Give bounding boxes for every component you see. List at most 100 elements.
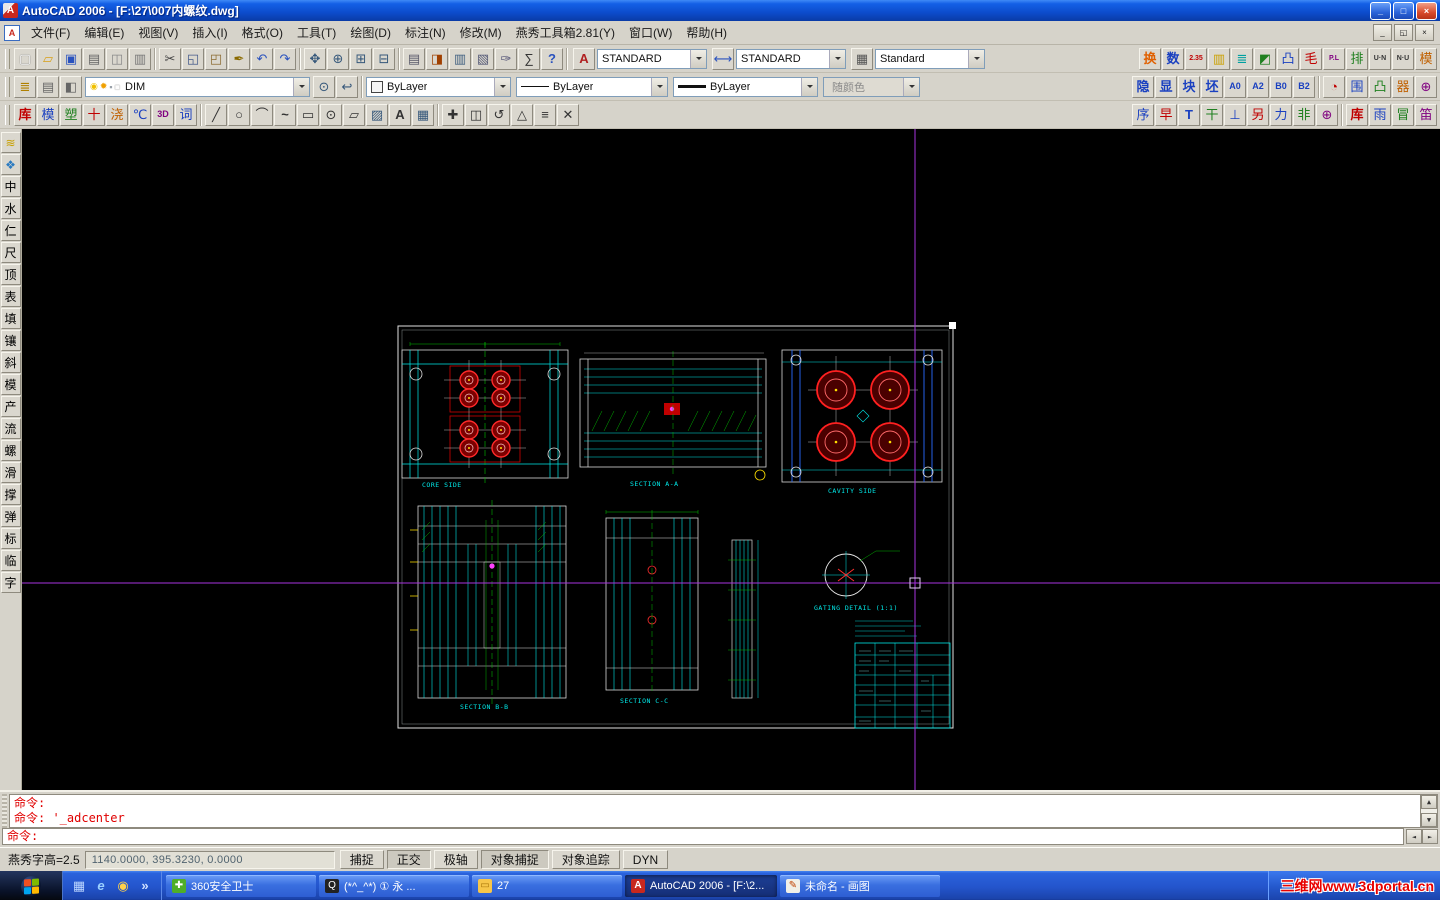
dropdown-arrow-icon[interactable] (690, 49, 706, 68)
yanxiu-nu-icon[interactable]: N·U (1392, 47, 1414, 70)
coordinate-readout[interactable]: 1140.0000, 395.3230, 0.0000 (84, 850, 335, 869)
yanxiu-blank-icon[interactable]: 坯 (1201, 75, 1223, 98)
menu-item[interactable]: 帮助(H) (679, 20, 734, 45)
dropdown-arrow-icon[interactable] (968, 49, 984, 68)
sidebar-char-button[interactable]: 填 (0, 308, 21, 329)
scroll-up-icon[interactable]: ▲ (1421, 795, 1437, 809)
internet-explorer-icon[interactable]: e (91, 876, 111, 896)
polygon-tool-icon[interactable]: ▱ (343, 103, 365, 126)
sidebar-layers-icon[interactable]: ≋ (0, 132, 21, 153)
show-desktop-icon[interactable]: ▦ (69, 876, 89, 896)
yanxiu-perp-icon[interactable]: ⊥ (1224, 103, 1246, 126)
yanxiu-other-icon[interactable]: 另 (1247, 103, 1269, 126)
sidebar-char-button[interactable]: 螺 (0, 440, 21, 461)
yanxiu-palette-icon[interactable]: ▥ (1208, 47, 1230, 70)
dropdown-arrow-icon[interactable] (829, 49, 845, 68)
close-button[interactable]: × (1416, 1, 1437, 20)
selection-grip[interactable] (949, 322, 956, 329)
yanxiu-word-icon[interactable]: 词 (175, 103, 197, 126)
yanxiu-dry-icon[interactable]: 干 (1201, 103, 1223, 126)
yanxiu-moldbase-icon[interactable]: 模 (37, 103, 59, 126)
yanxiu-mold-icon[interactable]: 模 (1415, 47, 1437, 70)
plot-preview-icon[interactable]: ◫ (106, 47, 128, 70)
yanxiu-layout-icon[interactable]: 排 (1346, 47, 1368, 70)
menu-item[interactable]: 燕秀工具箱2.81(Y) (509, 20, 622, 45)
sidebar-char-button[interactable]: 表 (0, 286, 21, 307)
task-360-safety[interactable]: ✚ 360安全卫士 (166, 874, 316, 897)
yanxiu-a0-icon[interactable]: A0 (1224, 75, 1246, 98)
match-properties-icon[interactable]: ✒ (228, 47, 250, 70)
sidebar-char-button[interactable]: 斜 (0, 352, 21, 373)
copy-tool-icon[interactable]: ◫ (465, 103, 487, 126)
menu-item[interactable]: 格式(O) (235, 20, 290, 45)
arc-tool-icon[interactable]: ⌒ (251, 103, 273, 126)
yanxiu-boss2-icon[interactable]: 凸 (1369, 75, 1391, 98)
yanxiu-swap-icon[interactable]: 换 (1139, 47, 1161, 70)
sidebar-char-button[interactable]: 顶 (0, 264, 21, 285)
layer-combo[interactable]: ◉ ✹ ▪ ■ DIM (85, 76, 310, 97)
yanxiu-scale-icon[interactable]: 2.35 (1185, 47, 1207, 70)
menu-item[interactable]: 标注(N) (398, 20, 453, 45)
dim-style-icon[interactable]: ⟷ (712, 47, 734, 70)
menu-item[interactable]: 工具(T) (290, 20, 343, 45)
yanxiu-gate-icon[interactable]: 浇 (106, 103, 128, 126)
sidebar-char-button[interactable]: 镶 (0, 330, 21, 351)
yanxiu-plastic-icon[interactable]: 塑 (60, 103, 82, 126)
designcenter-icon[interactable]: ◨ (426, 47, 448, 70)
yanxiu-3d-icon[interactable]: 3D (152, 103, 174, 126)
sidebar-char-button[interactable]: 仁 (0, 220, 21, 241)
yanxiu-boss-icon[interactable]: 凸 (1277, 47, 1299, 70)
yanxiu-rain-icon[interactable]: 雨 (1369, 103, 1391, 126)
undo-icon[interactable]: ↶ (251, 47, 273, 70)
sidebar-char-button[interactable]: 标 (0, 528, 21, 549)
yanxiu-parting-line-icon[interactable]: P.L (1323, 47, 1345, 70)
properties-palette-icon[interactable]: ▤ (403, 47, 425, 70)
zoom-realtime-icon[interactable]: ⊕ (327, 47, 349, 70)
yanxiu-b0-icon[interactable]: B0 (1270, 75, 1292, 98)
dropdown-arrow-icon[interactable] (293, 77, 309, 96)
yanxiu-temp-icon[interactable]: ℃ (129, 103, 151, 126)
linetype-combo[interactable]: ByLayer (516, 76, 668, 97)
sidebar-char-button[interactable]: 流 (0, 418, 21, 439)
new-file-icon[interactable]: ▢ (14, 47, 36, 70)
color-combo[interactable]: ByLayer (366, 76, 511, 97)
scroll-down-icon[interactable]: ▼ (1421, 813, 1437, 827)
sidebar-char-button[interactable]: 弹 (0, 506, 21, 527)
menu-item[interactable]: 修改(M) (453, 20, 509, 45)
cut-icon[interactable]: ✂ (159, 47, 181, 70)
yanxiu-list-icon[interactable]: ≣ (1231, 47, 1253, 70)
sidebar-char-button[interactable]: 模 (0, 374, 21, 395)
dropdown-arrow-icon[interactable] (494, 77, 510, 96)
circle-tool-icon[interactable]: ○ (228, 103, 250, 126)
sidebar-char-button[interactable]: 水 (0, 198, 21, 219)
table-style-combo[interactable]: Standard (875, 48, 985, 69)
start-button[interactable] (0, 871, 63, 900)
yanxiu-flute-icon[interactable]: 笛 (1415, 103, 1437, 126)
menu-item[interactable]: 绘图(D) (343, 20, 398, 45)
menu-item[interactable]: 文件(F) (24, 20, 77, 45)
tool-palettes-icon[interactable]: ▥ (449, 47, 471, 70)
doc-close-button[interactable]: × (1415, 24, 1434, 41)
sidebar-char-button[interactable]: 临 (0, 550, 21, 571)
task-autocad[interactable]: A AutoCAD 2006 - [F:\2... (625, 874, 777, 897)
yanxiu-library-icon[interactable]: 库 (14, 103, 36, 126)
dim-style-combo[interactable]: STANDARD (736, 48, 846, 69)
ortho-toggle[interactable]: 正交 (386, 850, 431, 869)
yanxiu-not-icon[interactable]: 非 (1293, 103, 1315, 126)
yanxiu-un-icon[interactable]: U·N (1369, 47, 1391, 70)
pan-icon[interactable]: ✥ (304, 47, 326, 70)
line-tool-icon[interactable]: ╱ (205, 103, 227, 126)
dyn-toggle[interactable]: DYN (622, 850, 669, 869)
task-mspaint[interactable]: ✎ 未命名 - 画图 (780, 874, 940, 897)
minimize-button[interactable]: _ (1370, 1, 1391, 20)
sidebar-char-button[interactable]: 中 (0, 176, 21, 197)
menu-item[interactable]: 编辑(E) (77, 20, 131, 45)
yanxiu-show-icon[interactable]: 显 (1155, 75, 1177, 98)
table-style-icon[interactable]: ▦ (851, 47, 873, 70)
publish-icon[interactable]: ▥ (129, 47, 151, 70)
rectangle-tool-icon[interactable]: ▭ (297, 103, 319, 126)
offset-tool-icon[interactable]: ≡ (534, 103, 556, 126)
osnap-toggle[interactable]: 对象捕捉 (480, 850, 549, 869)
yanxiu-library2-icon[interactable]: 库 (1346, 103, 1368, 126)
yanxiu-part-icon[interactable]: 器 (1392, 75, 1414, 98)
